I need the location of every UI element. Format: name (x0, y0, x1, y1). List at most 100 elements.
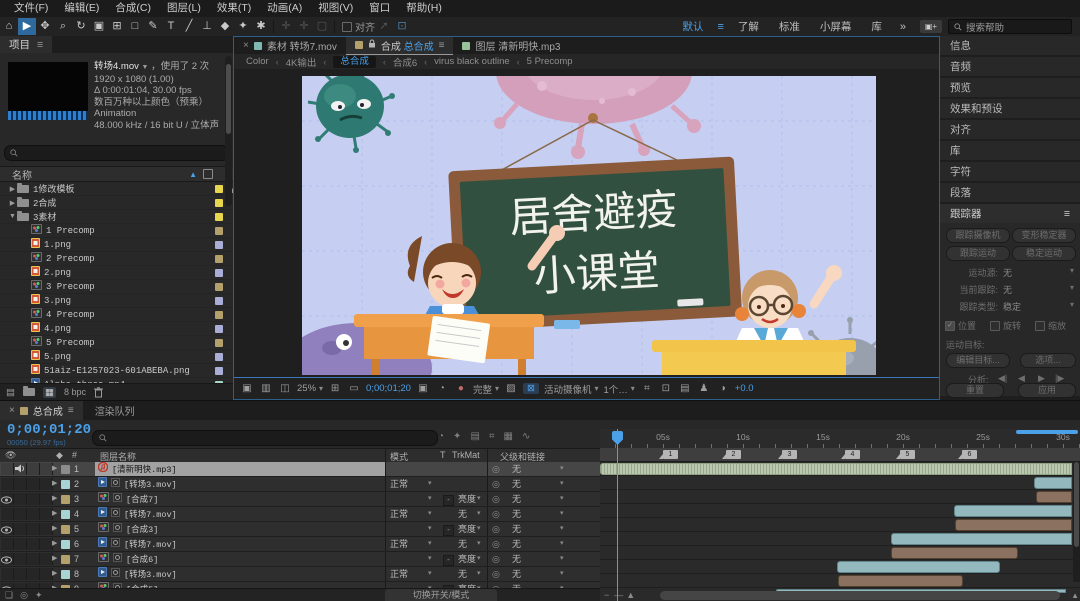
composition-canvas[interactable]: 居舍避疫 小课堂 (234, 69, 939, 378)
close-icon[interactable]: × (9, 405, 15, 416)
layer-color-chip[interactable] (61, 555, 70, 564)
zoom-tool-icon[interactable]: ⌕ (54, 18, 72, 35)
expand-inout-icon[interactable]: ✦ (35, 589, 43, 601)
workspace-item[interactable]: 库 (861, 19, 892, 34)
motion-blur-icon[interactable]: ▦ (504, 431, 513, 442)
layer-visibility-toggle[interactable] (1, 463, 14, 475)
track-camera-button[interactable]: 跟踪摄像机 (946, 228, 1010, 243)
3d-glasses-icon[interactable]: ◫ (278, 383, 292, 394)
label-color-chip[interactable] (215, 339, 223, 347)
workspace-active[interactable]: 默认 (672, 19, 713, 34)
timeline-search-input[interactable] (92, 430, 438, 446)
chevron-down-icon[interactable]: ▾ (1070, 300, 1074, 309)
parent-value[interactable]: 无 (512, 507, 521, 521)
preserve-transparency-toggle[interactable]: - (443, 525, 454, 536)
viewer-timecode[interactable]: 0;00;01;20 (366, 383, 411, 394)
camera-dropdown[interactable]: 活动摄像机▾ (544, 382, 599, 396)
chevron-down-icon[interactable]: ▾ (560, 462, 564, 476)
options-button[interactable]: 选项... (1020, 353, 1076, 368)
tab-字符[interactable]: 字符 (940, 162, 1080, 181)
timeline-column-headers[interactable]: 👁 ◆ # 图层名称 模式 T TrkMat 父级和链接 (0, 448, 600, 463)
chevron-down-icon[interactable]: ▾ (428, 567, 432, 581)
layer-audio-toggle[interactable] (14, 493, 27, 505)
tab-render-queue[interactable]: 渲染队列 (83, 401, 147, 420)
project-scrollbar[interactable] (225, 56, 232, 206)
chevron-down-icon[interactable]: ▾ (477, 537, 481, 551)
layer-name[interactable]: [合成6] (95, 552, 385, 566)
chevron-down-icon[interactable]: ▾ (428, 552, 432, 566)
flow-item-active[interactable]: 总合成 (333, 56, 376, 68)
menu-item[interactable]: 效果(T) (209, 0, 259, 17)
tracker-checkbox-缩放[interactable]: 缩放 (1035, 319, 1066, 332)
frame-blend-icon[interactable]: ⌗ (489, 431, 495, 442)
layer-solo-toggle[interactable] (27, 508, 40, 520)
chevron-down-icon[interactable]: ▾ (560, 552, 564, 566)
delete-icon[interactable] (94, 387, 103, 398)
exposure-value[interactable]: +0.0 (735, 383, 754, 394)
view-layout-dropdown[interactable]: 1个…▾ (604, 382, 635, 396)
menu-item[interactable]: 文件(F) (6, 0, 56, 17)
magnification-dropdown[interactable]: 25%▾ (297, 383, 323, 394)
chevron-down-icon[interactable]: ▾ (428, 522, 432, 536)
layer-color-chip[interactable] (61, 510, 70, 519)
layer-audio-toggle[interactable] (14, 568, 27, 580)
twirl-icon[interactable]: ▶ (8, 185, 17, 193)
layer-color-chip[interactable] (61, 480, 70, 489)
panel-menu-icon[interactable]: ≡ (68, 405, 74, 416)
trkmat-value[interactable]: 无 (458, 537, 467, 551)
tracker-field-value[interactable]: 无 (1003, 266, 1012, 279)
show-snapshot-icon[interactable]: ◔ (435, 383, 449, 394)
project-item[interactable]: 4 Precomp (0, 308, 233, 322)
chevron-down-icon[interactable]: ▾ (1070, 283, 1074, 292)
tracker-checkbox-旋转[interactable]: 旋转 (990, 319, 1021, 332)
parent-pickwhip-icon[interactable]: ◎ (492, 522, 500, 536)
new-folder-icon[interactable] (23, 388, 35, 396)
label-color-chip[interactable] (215, 213, 223, 221)
workspace-menu-icon[interactable]: ≡ (713, 21, 727, 33)
timeline-vertical-scrollbar[interactable] (1073, 462, 1080, 582)
blend-mode-value[interactable]: 正常 (390, 507, 408, 521)
tab-预览[interactable]: 预览 (940, 78, 1080, 97)
panel-menu-icon[interactable]: ≡ (1064, 208, 1070, 220)
tab-tracker[interactable]: 跟踪器 ≡ (940, 204, 1080, 223)
flowchart-button-icon[interactable]: ♟ (697, 383, 711, 394)
layer-audio-toggle[interactable] (14, 538, 27, 550)
blend-mode-value[interactable]: 正常 (390, 567, 408, 581)
project-item[interactable]: ▶1修改模板 (0, 182, 233, 196)
layer-row[interactable]: ▶1[清新明快.mp3]◎无▾ (0, 462, 600, 477)
menu-item[interactable]: 合成(C) (107, 0, 159, 17)
tab-project[interactable]: 项目 ≡ (0, 36, 52, 53)
layer-duration-bar[interactable] (837, 561, 1000, 573)
chevron-down-icon[interactable]: ▾ (477, 552, 481, 566)
trkmat-value[interactable]: 亮度 (458, 552, 476, 566)
chevron-down-icon[interactable]: ▾ (428, 507, 432, 521)
label-color-chip[interactable] (215, 255, 223, 263)
project-item[interactable]: 3 Precomp (0, 280, 233, 294)
exposure-reset-icon[interactable]: ◑ (716, 383, 730, 394)
chevron-down-icon[interactable]: ▾ (560, 477, 564, 491)
snap-toggle[interactable]: 对齐 (342, 19, 375, 34)
parent-value[interactable]: 无 (512, 552, 521, 566)
always-preview-icon[interactable]: ▣ (240, 383, 254, 394)
layer-color-chip[interactable] (61, 495, 70, 504)
label-color-chip[interactable] (215, 241, 223, 249)
layer-color-chip[interactable] (61, 525, 70, 534)
flow-item[interactable]: 5 Precomp (527, 56, 573, 67)
chevron-down-icon[interactable]: ▾ (428, 492, 432, 506)
mask-visibility-icon[interactable]: ⊠ (523, 383, 539, 394)
panel-menu-icon[interactable]: ≡ (439, 40, 445, 51)
layer-duration-bar[interactable] (1036, 491, 1072, 503)
tracker-field-value[interactable]: 稳定 (1003, 300, 1021, 313)
parent-value[interactable]: 无 (512, 462, 521, 476)
workspace-item[interactable]: 小屏幕 (810, 19, 862, 34)
layer-name[interactable]: [转场3.mov] (95, 477, 385, 491)
twirl-icon[interactable]: ▶ (8, 199, 17, 207)
layer-duration-bar[interactable] (891, 533, 1072, 545)
layer-color-chip[interactable] (61, 570, 70, 579)
layer-duration-bar[interactable] (955, 519, 1072, 531)
flow-item[interactable]: 4K输出 (286, 55, 317, 69)
camera-tool-icon[interactable]: ▣ (90, 18, 108, 35)
project-item[interactable]: 1.png (0, 238, 233, 252)
parent-value[interactable]: 无 (512, 537, 521, 551)
composition-marker[interactable]: 1 (663, 450, 678, 459)
